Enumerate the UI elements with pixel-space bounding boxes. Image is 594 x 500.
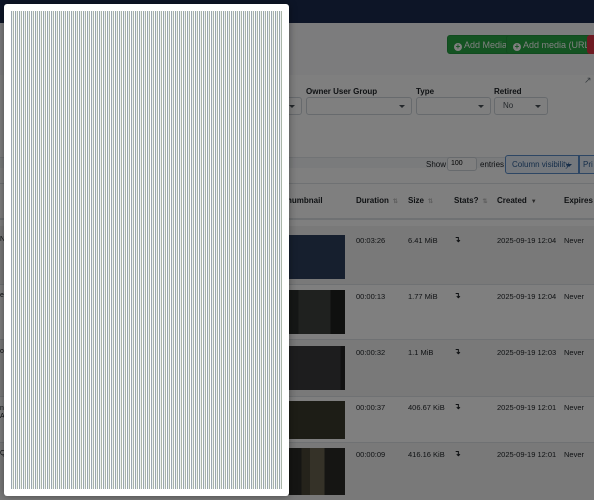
preview-modal bbox=[4, 4, 289, 496]
media-preview-image bbox=[11, 11, 282, 489]
